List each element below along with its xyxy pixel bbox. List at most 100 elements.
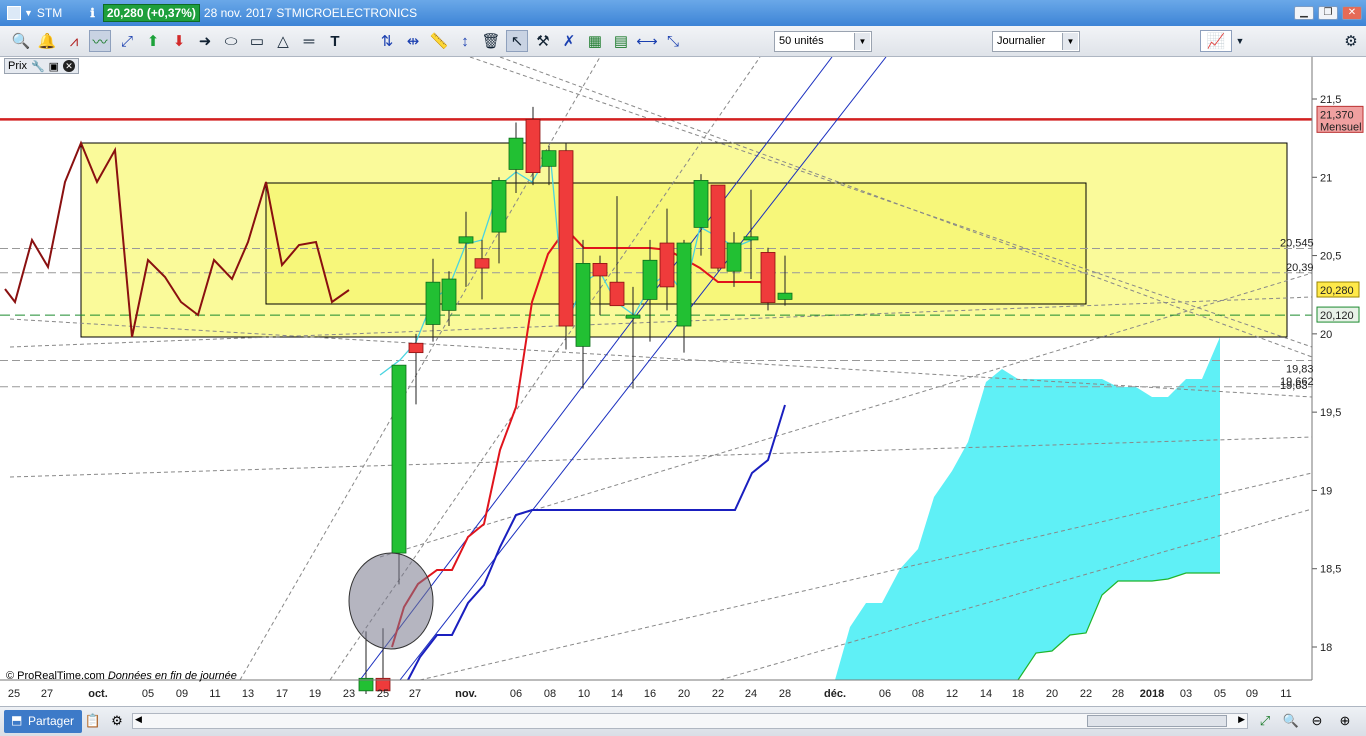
share-label: Partager [28, 714, 75, 728]
candle-bullish [625, 314, 641, 319]
ellipse-icon[interactable]: ⬭ [220, 30, 242, 52]
date-tick-label: 16 [644, 688, 656, 700]
indicator-add-icon[interactable]: 📋 [84, 712, 102, 730]
candle-bullish [391, 364, 407, 554]
scroll-thumb[interactable] [1087, 715, 1227, 727]
sell-arrow-icon[interactable]: ⬇ [168, 30, 190, 52]
trend-icon[interactable]: ⩘ [63, 30, 85, 52]
rectangle-icon[interactable]: ▭ [246, 30, 268, 52]
period-select[interactable]: Journalier ▼ [992, 31, 1080, 52]
date-tick-label: 25 [8, 688, 20, 700]
magnet-icon[interactable]: ⚒ [532, 30, 554, 52]
line-icon[interactable]: ═ [298, 30, 320, 52]
date-tick-label: 05 [1214, 688, 1226, 700]
close-button[interactable]: ✕ [1342, 6, 1362, 20]
share-button[interactable]: ⬒ Partager [4, 710, 83, 733]
price-tick-label: 18 [1320, 642, 1332, 654]
candle-bullish [425, 281, 441, 325]
bottom-bar: ⬒ Partager 📋 ⚙ ◀ ▶ ⤢ 🔍 ⊖ ⊕ [0, 706, 1366, 736]
trash-icon[interactable]: 🗑 [480, 30, 502, 52]
zoom-icon[interactable]: 🔍 [10, 30, 32, 52]
triangle-icon[interactable]: △ [272, 30, 294, 52]
text-icon[interactable]: T [324, 30, 346, 52]
table2-icon[interactable]: ▤ [610, 30, 632, 52]
level-label-1963: 19,63 [1280, 380, 1308, 392]
candle-bullish [491, 180, 507, 233]
chevron-down-icon: ▼ [1062, 33, 1078, 50]
vertical-line-icon[interactable]: ⇅ [376, 30, 398, 52]
price-tick-label: 21,5 [1320, 94, 1341, 106]
date-tick-label: 23 [343, 688, 355, 700]
vertical-cursor-icon[interactable]: ↕ [454, 30, 476, 52]
buy-arrow-icon[interactable]: ⬆ [142, 30, 164, 52]
date-tick-label: oct. [88, 688, 108, 700]
data-note: Données en fin de journée [107, 670, 237, 682]
price-chart[interactable]: 21,5 21 20,5 20 19,5 19 18,5 18 20,545 20,39 19,83… [0, 56, 1366, 707]
price-panel-tag: Prix 🔧 ▣ ✕ [4, 58, 80, 74]
zoom-fit-icon[interactable]: 🔍 [1282, 712, 1300, 730]
pointer-icon[interactable]: ↖ [506, 30, 528, 52]
instrument-name: STMICROELECTRONICS [276, 6, 418, 20]
scroll-left-icon[interactable]: ◀ [135, 714, 142, 725]
candle-bullish [642, 259, 658, 300]
quote-badge: 20,280 (+0,37%) [102, 4, 200, 22]
window-icon [7, 6, 21, 20]
date-tick-label: 10 [578, 688, 590, 700]
ruler-icon[interactable]: 📏 [428, 30, 450, 52]
settings-icon[interactable]: ⚙ [1340, 30, 1362, 52]
date-tick-label: 24 [745, 688, 757, 700]
copyright-text: © ProRealTime.com [6, 670, 105, 682]
horizontal-scrollbar[interactable]: ◀ ▶ [132, 713, 1248, 729]
title-bar: ▼ STM ℹ 20,280 (+0,37%) 28 nov. 2017 STM… [0, 0, 1366, 26]
close-panel-icon[interactable]: ✕ [63, 60, 76, 72]
date-tick-label: 12 [946, 688, 958, 700]
chart-type-icon[interactable]: 📈 [1200, 30, 1232, 52]
fibonacci-icon[interactable]: ⇹ [402, 30, 424, 52]
info-icon[interactable]: ℹ [90, 6, 95, 20]
diagonal-icon[interactable]: ⤡ [662, 30, 684, 52]
resistance-price-label: 21,370 [1320, 109, 1354, 121]
scroll-right-icon[interactable]: ▶ [1238, 714, 1245, 725]
zoom-out-icon[interactable]: ⊖ [1308, 712, 1326, 730]
symbol-dropdown-icon[interactable]: ▼ [24, 8, 33, 18]
crosshair-icon[interactable]: ⤢ [116, 30, 138, 52]
indicator-icon[interactable]: 〰 [89, 30, 111, 52]
date-tick-label: 25 [377, 688, 389, 700]
candle-bearish [558, 150, 574, 327]
level-label-1983: 19,83 [1286, 363, 1314, 375]
level-label-20545: 20,545 [1280, 238, 1314, 250]
table1-icon[interactable]: ▦ [584, 30, 606, 52]
wrench-icon[interactable]: 🔧 [31, 60, 45, 73]
autoscale-icon[interactable]: ⤢ [1256, 712, 1274, 730]
price-tick-label: 19,5 [1320, 407, 1341, 419]
units-select[interactable]: 50 unités ▼ [774, 31, 872, 52]
symbol-label[interactable]: STM [37, 6, 62, 20]
candle-bullish [726, 242, 742, 272]
zoom-in-icon[interactable]: ⊕ [1336, 712, 1354, 730]
candle-bullish [508, 137, 524, 170]
minimize-button[interactable]: ▁ [1294, 6, 1314, 20]
chevron-down-icon[interactable]: ▼ [1233, 30, 1247, 52]
date-tick-label: 11 [209, 688, 220, 700]
copyright-line: © ProRealTime.com Données en fin de jour… [6, 670, 237, 682]
restore-button[interactable]: ❐ [1318, 6, 1338, 20]
current-price-label: 20,280 [1320, 285, 1354, 297]
date-tick-label: 09 [1246, 688, 1258, 700]
date-tick-label: 22 [1080, 688, 1092, 700]
share-icon: ⬒ [11, 713, 23, 727]
maximize-icon[interactable]: ▣ [49, 60, 59, 73]
level-label-2039: 20,39 [1286, 262, 1314, 274]
date-tick-label: 06 [510, 688, 522, 700]
hline-icon[interactable]: ⟷ [636, 30, 658, 52]
drawing-settings-icon[interactable]: ⚙ [108, 712, 126, 730]
price-panel-label: Prix [8, 60, 27, 72]
alert-icon[interactable]: 🔔 [36, 30, 58, 52]
cross-icon[interactable]: ✗ [558, 30, 580, 52]
resistance-name-label: Mensuel [1320, 121, 1362, 133]
candle-bullish [458, 236, 474, 244]
candle-bullish [693, 180, 709, 228]
date-tick-label: 11 [1280, 688, 1291, 700]
right-arrow-icon[interactable]: ➜ [194, 30, 216, 52]
ellipse-annotation [348, 552, 434, 650]
chart-area[interactable]: 21,5 21 20,5 20 19,5 19 18,5 18 20,545 20,39 19,83… [0, 56, 1366, 707]
